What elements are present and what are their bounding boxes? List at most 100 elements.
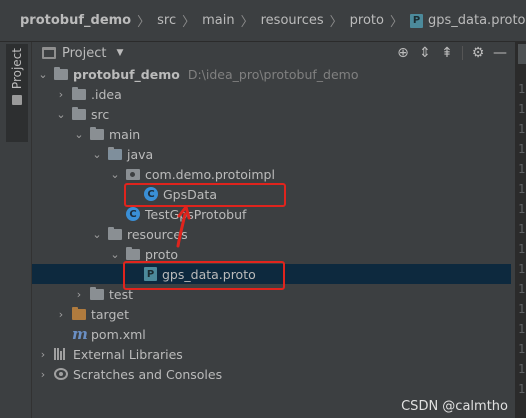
chevron-down-icon[interactable]: ⌄ (72, 128, 86, 141)
tree-item-idea[interactable]: › .idea (32, 84, 511, 104)
package-icon (126, 168, 140, 180)
project-panel-title: Project (62, 45, 107, 61)
excluded-folder-icon (72, 306, 86, 320)
project-view-icon (42, 47, 56, 59)
gutter-line-number: 1 (518, 142, 526, 156)
project-folder-icon (54, 66, 68, 80)
breadcrumb-project[interactable]: protobuf_demo (20, 13, 131, 28)
tree-item-label: pom.xml (91, 326, 146, 342)
annotation-arrow (176, 205, 191, 248)
tree-item-testgpsprotobuf[interactable]: C TestGpsProtobuf (32, 204, 511, 224)
breadcrumb-proto[interactable]: proto (350, 13, 384, 28)
tree-item-label: main (109, 126, 141, 142)
tree-item-label: target (91, 306, 130, 322)
tree-item-src[interactable]: ⌄ src (32, 104, 511, 124)
toolbar-divider (462, 46, 463, 60)
breadcrumb: protobuf_demo 〉 src 〉 main 〉 resources 〉… (0, 0, 526, 42)
folder-icon (72, 86, 86, 100)
tree-item-pom[interactable]: m pom.xml (32, 324, 511, 344)
breadcrumb-resources[interactable]: resources (261, 13, 324, 28)
tool-window-strip: Project (0, 42, 32, 418)
chevron-down-icon[interactable]: ⌄ (54, 108, 68, 121)
tree-item-external-libraries[interactable]: › External Libraries (32, 344, 511, 364)
gutter-line-number: 1 (518, 322, 526, 336)
maven-icon: m (72, 325, 88, 343)
gutter-line-number: 1 (518, 222, 526, 236)
breadcrumb-separator: 〉 (240, 15, 254, 30)
locate-target-icon[interactable]: ⊕ (392, 42, 414, 64)
hide-panel-icon[interactable]: — (489, 42, 511, 64)
project-tool-icon (12, 95, 22, 106)
breadcrumb-separator: 〉 (182, 15, 196, 30)
chevron-down-icon[interactable]: ⌄ (90, 228, 104, 241)
chevron-right-icon[interactable]: › (36, 368, 50, 381)
gutter-line-number: 1 (518, 202, 526, 216)
gutter-line-number: 1 (518, 262, 526, 276)
chevron-down-icon[interactable]: ⌄ (90, 148, 104, 161)
folder-icon (72, 106, 86, 120)
tree-item-label: Scratches and Consoles (73, 366, 223, 382)
folder-icon (90, 126, 104, 140)
editor-tab[interactable] (518, 44, 526, 64)
annotation-box-gpsdata (124, 183, 286, 207)
breadcrumb-separator: 〉 (389, 15, 403, 30)
gutter-line-number: 1 (518, 182, 526, 196)
chevron-right-icon[interactable]: › (54, 308, 68, 321)
chevron-right-icon[interactable]: › (36, 348, 50, 361)
chevron-down-icon[interactable]: ⌄ (108, 168, 122, 181)
source-folder-icon (108, 146, 122, 160)
libraries-icon (54, 348, 68, 360)
breadcrumb-separator: 〉 (137, 15, 151, 30)
tree-item-java[interactable]: ⌄ java (32, 144, 511, 164)
chevron-down-icon[interactable]: ⌄ (108, 248, 122, 261)
expand-all-icon[interactable]: ⇕ (414, 42, 436, 64)
collapse-all-icon[interactable]: ⇞ (436, 42, 458, 64)
breadcrumb-src[interactable]: src (157, 13, 176, 28)
tree-item-target[interactable]: › target (32, 304, 511, 324)
tree-item-label: proto (145, 246, 178, 262)
tree-item-label: src (91, 106, 110, 122)
project-view-selector[interactable]: Project ▼ (42, 46, 123, 61)
scratches-icon (54, 368, 68, 380)
breadcrumb-file[interactable]: P gps_data.proto (410, 13, 526, 28)
gutter-line-number: 1 (518, 242, 526, 256)
gutter-line-number: 1 (518, 122, 526, 136)
gutter-line-number: 1 (518, 302, 526, 316)
tree-item-protobuf-demo[interactable]: ⌄ protobuf_demo D:\idea_pro\protobuf_dem… (32, 64, 511, 84)
proto-file-icon: P (410, 13, 423, 28)
gutter-line-number: 1 (518, 162, 526, 176)
chevron-right-icon[interactable]: › (54, 88, 68, 101)
annotation-box-proto-file (123, 261, 285, 290)
tree-item-label: protobuf_demo (73, 66, 180, 82)
breadcrumb-separator: 〉 (329, 15, 343, 30)
gear-icon[interactable]: ⚙ (467, 42, 489, 64)
chevron-down-icon[interactable]: ▼ (116, 48, 123, 58)
watermark: CSDN @calmtho (401, 399, 508, 414)
gutter-line-number: 1 (518, 102, 526, 116)
gutter-line-number: 1 (518, 82, 526, 96)
gutter-line-number: 1 (518, 342, 526, 356)
project-panel-header: Project ▼ ⊕ ⇕ ⇞ ⚙ — (32, 42, 511, 64)
tree-item-label: TestGpsProtobuf (145, 206, 247, 222)
project-path: D:\idea_pro\protobuf_demo (187, 66, 359, 82)
breadcrumb-main[interactable]: main (202, 13, 234, 28)
tree-item-label: com.demo.protoimpl (145, 166, 275, 182)
folder-icon (126, 246, 140, 260)
panel-toolbar: ⊕ ⇕ ⇞ ⚙ — (392, 42, 511, 64)
tree-item-label: java (127, 146, 154, 162)
project-tool-tab[interactable]: Project (6, 44, 28, 142)
chevron-right-icon[interactable]: › (72, 288, 86, 301)
gutter-line-number: 1 (518, 362, 526, 376)
folder-icon (90, 286, 104, 300)
gutter-line-number: 1 (518, 282, 526, 296)
tree-item-label: External Libraries (73, 346, 183, 362)
chevron-down-icon[interactable]: ⌄ (36, 68, 50, 81)
project-tree: ⌄ protobuf_demo D:\idea_pro\protobuf_dem… (32, 64, 511, 384)
tree-item-resources[interactable]: ⌄ resources (32, 224, 511, 244)
tree-item-package[interactable]: ⌄ com.demo.protoimpl (32, 164, 511, 184)
editor-area[interactable]: 1 1 1 1 1 1 1 1 1 1 1 1 1 1 1 1 (515, 42, 526, 418)
class-icon: C (126, 207, 140, 221)
tree-item-scratches[interactable]: › Scratches and Consoles (32, 364, 511, 384)
tree-item-main[interactable]: ⌄ main (32, 124, 511, 144)
resources-folder-icon (108, 226, 122, 240)
